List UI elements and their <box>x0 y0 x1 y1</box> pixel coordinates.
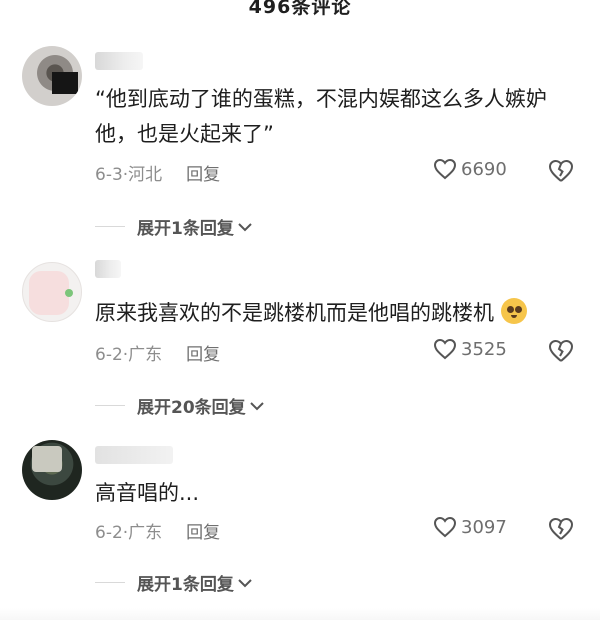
date-location: 6-2·广东 <box>95 523 163 543</box>
bottom-edge <box>0 608 600 620</box>
chevron-down-icon <box>238 222 252 231</box>
username[interactable] <box>95 446 173 464</box>
expand-label: 展开1条回复 <box>137 575 234 595</box>
comment-text: 原来我喜欢的不是跳楼机而是他唱的跳楼机 <box>95 296 575 331</box>
comment-count-header: 496条评论 <box>248 0 352 18</box>
heart-outline-icon <box>433 158 457 180</box>
pleading-face-emoji-icon <box>500 298 527 324</box>
expand-replies[interactable]: 展开20条回复 <box>95 393 264 418</box>
reply-button[interactable]: 回复 <box>186 345 220 365</box>
date-location: 6-3·河北 <box>95 165 163 185</box>
heart-outline-icon <box>433 338 457 360</box>
comment-text: “他到底动了谁的蛋糕，不混内娱都这么多人嫉妒他，也是火起来了” <box>95 87 547 146</box>
username[interactable] <box>95 260 121 278</box>
reply-button[interactable]: 回复 <box>186 165 220 185</box>
comment-meta: 6-3·河北 回复 <box>95 160 220 185</box>
comment-text: 高音唱的... <box>95 481 200 505</box>
broken-heart-icon[interactable] <box>548 339 574 363</box>
like-button[interactable]: 3525 <box>433 338 507 360</box>
expand-label: 展开20条回复 <box>137 398 246 418</box>
heart-outline-icon <box>433 516 457 538</box>
expand-replies[interactable]: 展开1条回复 <box>95 214 252 239</box>
avatar[interactable] <box>22 440 82 500</box>
divider-line <box>95 582 125 583</box>
chevron-down-icon <box>249 401 264 410</box>
comment-text-content: 原来我喜欢的不是跳楼机而是他唱的跳楼机 <box>95 301 494 325</box>
chevron-down-icon <box>238 578 252 587</box>
avatar[interactable] <box>22 262 82 322</box>
like-button[interactable]: 3097 <box>433 516 507 538</box>
expand-label: 展开1条回复 <box>137 219 234 239</box>
like-button[interactable]: 6690 <box>433 158 507 180</box>
reply-button[interactable]: 回复 <box>186 523 220 543</box>
like-count: 6690 <box>461 158 507 180</box>
broken-heart-icon[interactable] <box>548 517 574 541</box>
expand-replies[interactable]: 展开1条回复 <box>95 570 252 595</box>
divider-line <box>95 405 125 406</box>
date-location: 6-2·广东 <box>95 345 163 365</box>
avatar[interactable] <box>22 46 82 106</box>
like-count: 3097 <box>461 516 507 538</box>
comment-meta: 6-2·广东 回复 <box>95 340 220 365</box>
comment-meta: 6-2·广东 回复 <box>95 518 220 543</box>
like-count: 3525 <box>461 338 507 360</box>
broken-heart-icon[interactable] <box>548 159 574 183</box>
divider-line <box>95 226 125 227</box>
username[interactable] <box>95 52 143 70</box>
